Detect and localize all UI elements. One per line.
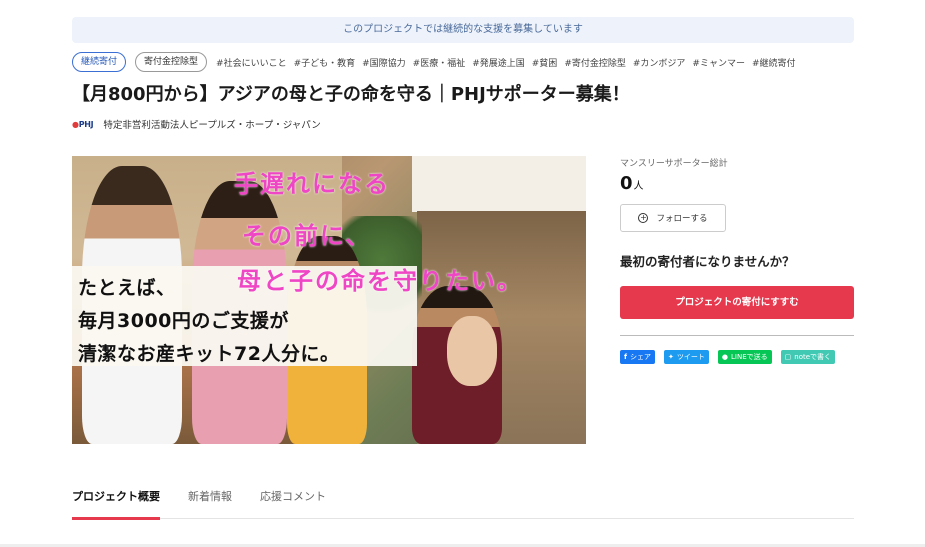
project-tabs: プロジェクト概要 新着情報 応援コメント <box>72 485 854 520</box>
hero-pink-line-2: その前に、 <box>242 222 372 250</box>
pill-continuous-donation[interactable]: 継続寄付 <box>72 52 127 72</box>
hero-caption-line-2: 毎月3000円のご支援が <box>78 310 289 332</box>
facebook-share-label: シェア <box>630 353 652 361</box>
organization-row[interactable]: ●PHJ 特定非営利活動法人ピープルズ・ホープ・ジャパン <box>72 117 321 132</box>
logo-dot-icon: ● <box>72 119 79 129</box>
hero-image: たとえば、 毎月3000円のご支援が 清潔なお産キット72人分に。 手遅れになる… <box>72 156 586 444</box>
plus-circle-icon: + <box>638 213 649 223</box>
tab-comments[interactable]: 応援コメント <box>260 485 326 519</box>
note-icon: ▢ <box>784 353 792 361</box>
follow-button[interactable]: + フォローする <box>620 204 726 232</box>
sidebar-divider <box>620 335 854 336</box>
hero-baby <box>447 316 497 386</box>
first-donor-heading: 最初の寄付者になりませんか？ <box>620 254 795 269</box>
tags-row: 継続寄付 寄付金控除型 #社会にいいこと #子ども・教育 #国際協力 #医療・福… <box>72 51 803 73</box>
org-logo: ●PHJ <box>72 119 94 129</box>
hashtag-poverty[interactable]: #貧困 <box>532 56 558 69</box>
tab-news[interactable]: 新着情報 <box>188 485 232 519</box>
hero-bg-top-right <box>412 156 586 212</box>
facebook-icon: f <box>624 353 628 361</box>
hashtag-list: #社会にいいこと #子ども・教育 #国際協力 #医療・福祉 #発展途上国 #貧困… <box>216 56 802 69</box>
hashtag-developing-countries[interactable]: #発展途上国 <box>472 56 525 69</box>
page-title: 【月800円から】アジアの母と子の命を守る｜PHJサポーター募集！ <box>72 84 630 105</box>
sidebar: マンスリーサポーター総計 0人 + フォローする 最初の寄付者になりませんか？ … <box>620 156 854 364</box>
hashtag-social-good[interactable]: #社会にいいこと <box>216 56 287 69</box>
line-icon: ● <box>721 353 729 361</box>
hashtag-myanmar[interactable]: #ミャンマー <box>692 56 745 69</box>
org-logo-text: PHJ <box>78 119 94 129</box>
hashtag-children-education[interactable]: #子ども・教育 <box>294 56 356 69</box>
supporter-total-label: マンスリーサポーター総計 <box>620 159 728 169</box>
follow-label: フォローする <box>656 214 708 224</box>
facebook-share-button[interactable]: f シェア <box>620 350 656 364</box>
donate-button[interactable]: プロジェクトの寄付にすすむ <box>620 286 854 319</box>
hero-caption-line-1: たとえば、 <box>78 277 176 299</box>
line-share-button[interactable]: ● LINEで送る <box>717 350 772 364</box>
continuous-support-banner: このプロジェクトでは継続的な支援を募集しています <box>72 17 854 43</box>
pill-tax-deductible[interactable]: 寄付金控除型 <box>135 52 208 72</box>
share-row: f シェア ✦ ツイート ● LINEで送る ▢ noteで書く <box>620 350 854 364</box>
hero-pink-line-3: 母と子の命を守りたい。 <box>237 267 523 295</box>
tab-project-overview[interactable]: プロジェクト概要 <box>72 485 160 520</box>
supporter-total-value: 0人 <box>620 173 854 194</box>
org-name-link[interactable]: 特定非営利活動法人ピープルズ・ホープ・ジャパン <box>103 117 320 131</box>
hashtag-international-cooperation[interactable]: #国際協力 <box>362 56 406 69</box>
hashtag-continuous-donation[interactable]: #継続寄付 <box>752 56 796 69</box>
line-share-label: LINEで送る <box>731 353 768 361</box>
twitter-icon: ✦ <box>668 353 674 361</box>
hashtag-cambodia[interactable]: #カンボジア <box>633 56 686 69</box>
hero-caption-line-3: 清潔なお産キット72人分に。 <box>78 343 340 365</box>
note-share-label: noteで書く <box>794 353 832 361</box>
hashtag-medical-welfare[interactable]: #医療・福祉 <box>413 56 466 69</box>
hero-pink-line-1: 手遅れになる <box>234 170 390 198</box>
note-share-button[interactable]: ▢ noteで書く <box>780 350 836 364</box>
supporter-unit: 人 <box>633 181 644 192</box>
hashtag-tax-deductible[interactable]: #寄付金控除型 <box>564 56 626 69</box>
twitter-share-label: ツイート <box>676 353 705 361</box>
twitter-share-button[interactable]: ✦ ツイート <box>664 350 709 364</box>
supporter-count: 0 <box>620 173 633 194</box>
